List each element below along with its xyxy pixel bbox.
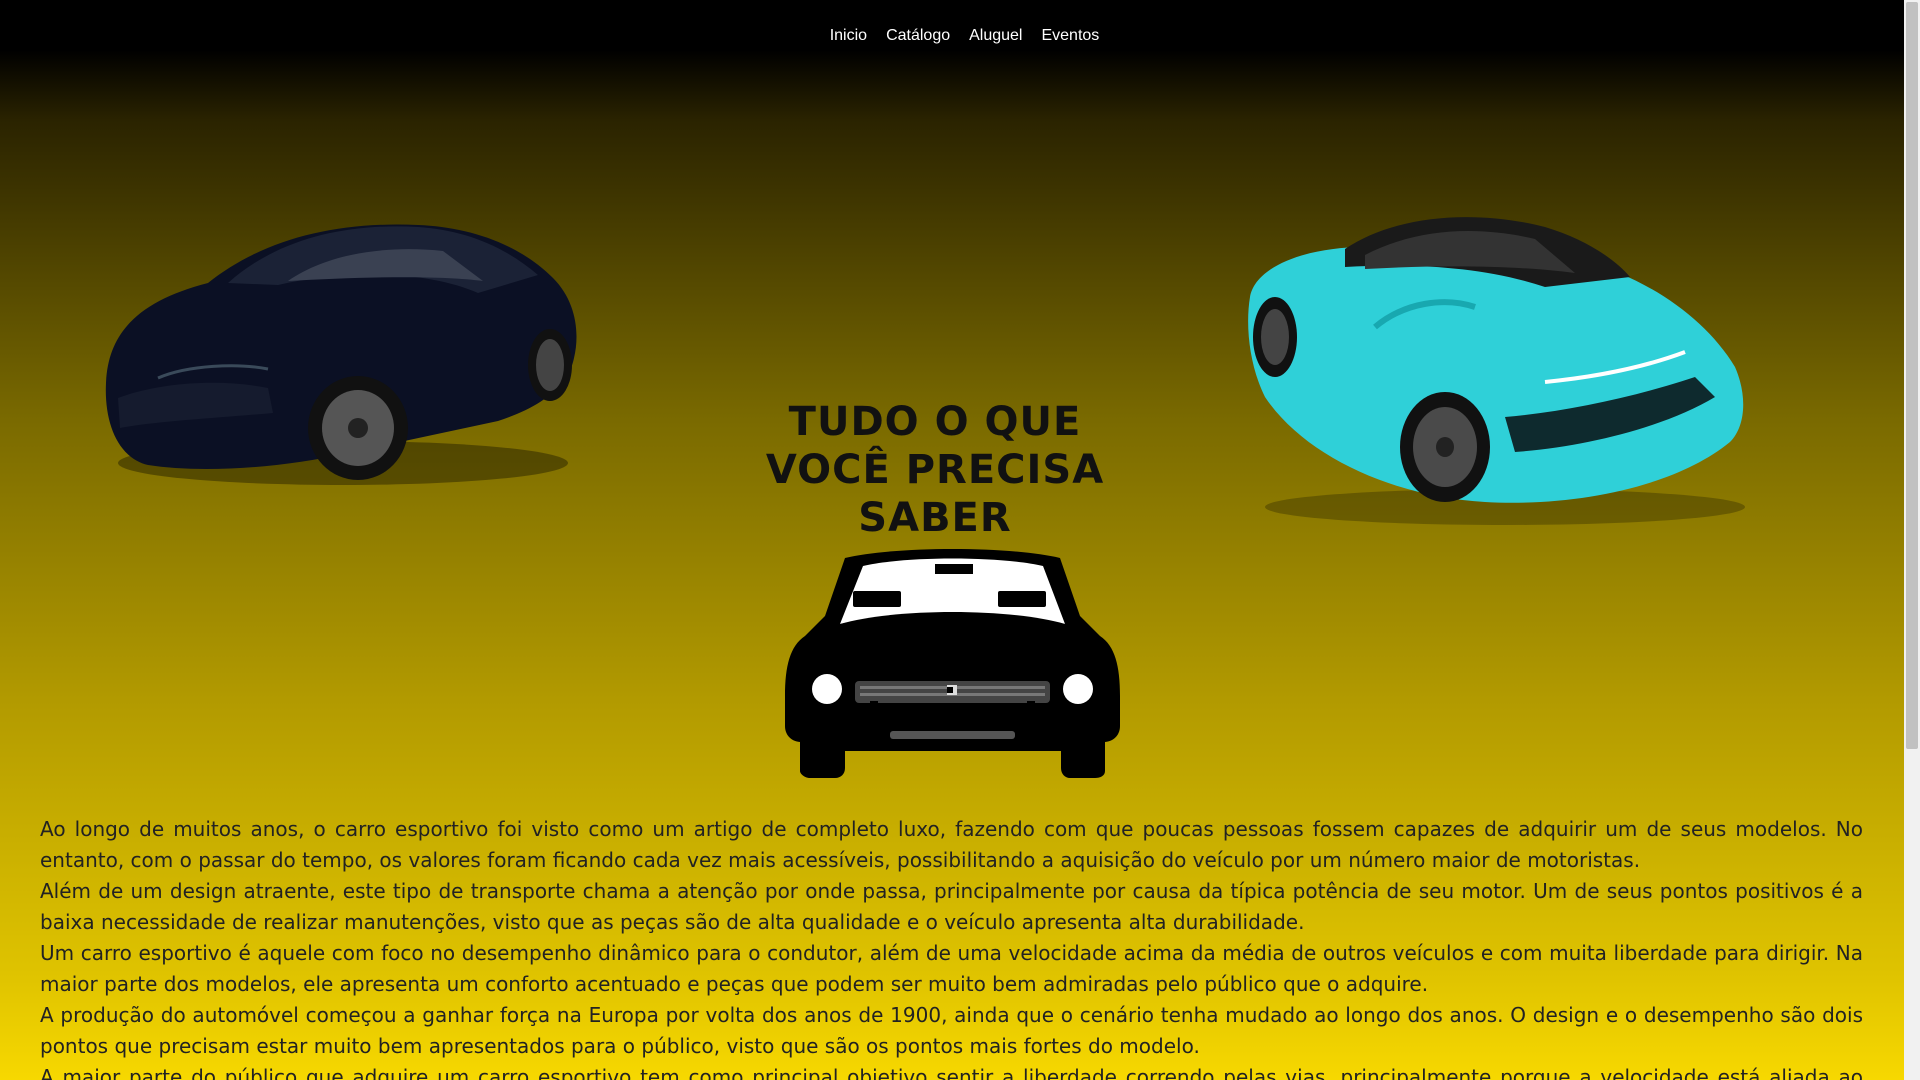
- hero-headline: TUDO O QUE VOCÊ PRECISA SABER: [690, 398, 1180, 542]
- nav-link-catalogo[interactable]: Catálogo: [886, 27, 950, 44]
- car-front-silhouette-icon: [785, 549, 1120, 778]
- page: Inicio Catálogo Aluguel Eventos TUDO O Q…: [0, 0, 1904, 1080]
- paragraph-1: Ao longo de muitos anos, o carro esporti…: [40, 817, 1863, 872]
- article-content: Ao longo de muitos anos, o carro esporti…: [40, 814, 1863, 1080]
- nav-item-catalogo: Catálogo: [886, 25, 950, 46]
- scrollbar-thumb[interactable]: [1906, 2, 1918, 749]
- dark-sports-car-image: [105, 224, 577, 485]
- headline-line-1: TUDO O QUE: [788, 398, 1082, 445]
- nav-link-inicio[interactable]: Inicio: [830, 27, 867, 44]
- headline-line-3: SABER: [858, 494, 1012, 541]
- nav-item-eventos: Eventos: [1041, 25, 1099, 46]
- vertical-scrollbar[interactable]: [1904, 0, 1920, 1080]
- top-navigation: Inicio Catálogo Aluguel Eventos: [0, 0, 1904, 51]
- cyan-supercar-image: [1248, 217, 1745, 525]
- paragraph-4: A produção do automóvel começou a ganhar…: [40, 1003, 1863, 1058]
- hero-section: TUDO O QUE VOCÊ PRECISA SABER: [0, 51, 1904, 781]
- nav-list: Inicio Catálogo Aluguel Eventos: [830, 25, 1100, 46]
- nav-link-eventos[interactable]: Eventos: [1041, 27, 1099, 44]
- nav-item-inicio: Inicio: [830, 25, 867, 46]
- paragraph-3: Um carro esportivo é aquele com foco no …: [40, 941, 1863, 996]
- nav-link-aluguel[interactable]: Aluguel: [969, 27, 1022, 44]
- paragraph-2: Além de um design atraente, este tipo de…: [40, 879, 1863, 934]
- paragraph-5: A maior parte do público que adquire um …: [40, 1065, 1863, 1080]
- nav-item-aluguel: Aluguel: [969, 25, 1022, 46]
- headline-line-2: VOCÊ PRECISA: [765, 446, 1105, 493]
